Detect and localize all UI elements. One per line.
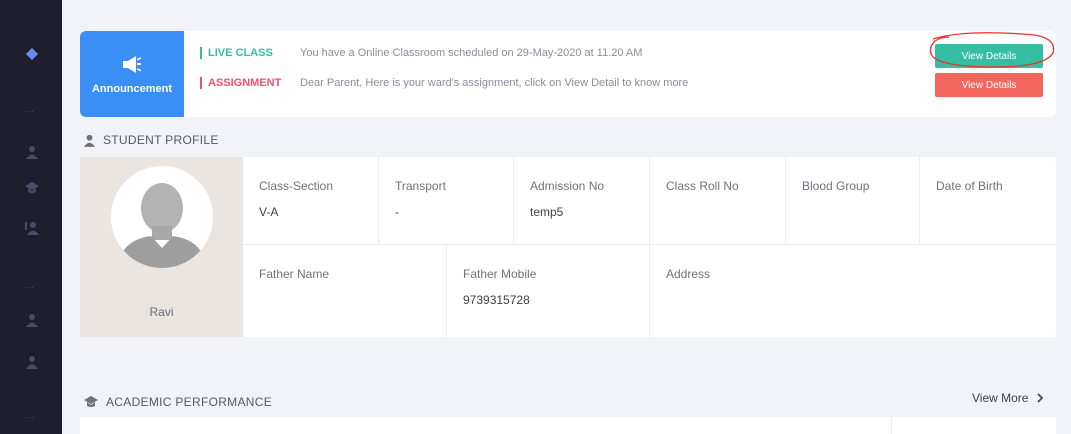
father-name-cell: Father Name	[243, 245, 447, 337]
field-value: 9739315728	[463, 293, 530, 307]
sidebar-separator-dots: ...	[24, 280, 36, 291]
address-cell: Address	[650, 245, 1056, 337]
field-value: temp5	[530, 205, 564, 219]
dob-cell: Date of Birth	[920, 157, 1056, 245]
field-label: Admission No	[530, 179, 605, 193]
student-profile-title: STUDENT PROFILE	[84, 133, 219, 147]
user-icon[interactable]	[22, 142, 42, 162]
view-more-label: View More	[972, 391, 1029, 405]
academic-performance-card	[80, 417, 1056, 434]
assignment-message: Dear Parent, Here is your ward's assignm…	[300, 77, 689, 89]
field-label: Blood Group	[802, 179, 870, 193]
graduation-cap-icon[interactable]	[22, 178, 42, 198]
section-title-text: ACADEMIC PERFORMANCE	[106, 395, 273, 409]
live-class-message: You have a Online Classroom scheduled on…	[300, 47, 643, 59]
sidebar: ... ... ...	[0, 0, 62, 434]
avatar	[111, 166, 213, 268]
user-icon[interactable]	[22, 352, 42, 372]
field-label: Date of Birth	[936, 179, 1003, 193]
father-mobile-cell: Father Mobile 9739315728	[447, 245, 650, 337]
student-name: Ravi	[149, 305, 174, 319]
divider	[891, 417, 892, 434]
sidebar-separator-dots: ...	[24, 410, 36, 421]
admission-no-cell: Admission No temp5	[514, 157, 650, 245]
user-icon[interactable]	[22, 310, 42, 330]
field-label: Class-Section	[259, 179, 334, 193]
user-icon	[84, 134, 95, 147]
teacher-icon[interactable]	[22, 218, 42, 238]
class-section-cell: Class-Section V-A	[243, 157, 379, 245]
field-label: Class Roll No	[666, 179, 739, 193]
blood-group-cell: Blood Group	[786, 157, 920, 245]
transport-cell: Transport -	[379, 157, 514, 245]
field-label: Father Mobile	[463, 267, 537, 281]
top-bar	[62, 0, 1071, 10]
field-value: V-A	[259, 205, 279, 219]
announcement-row-assignment: ASSIGNMENT Dear Parent, Here is your war…	[200, 74, 688, 92]
view-more-link[interactable]: View More	[972, 391, 1046, 405]
diamond-icon[interactable]	[22, 44, 42, 64]
megaphone-icon	[123, 56, 142, 73]
photo-panel: Ravi	[80, 157, 243, 337]
field-label: Father Name	[259, 267, 330, 281]
graduation-cap-icon	[84, 396, 98, 407]
academic-performance-title: ACADEMIC PERFORMANCE	[84, 395, 272, 409]
class-roll-no-cell: Class Roll No	[650, 157, 786, 245]
chevron-right-icon	[1037, 393, 1044, 403]
live-class-tag: LIVE CLASS	[200, 47, 300, 59]
student-profile-card: Ravi Class-Section V-A Transport - Admis…	[80, 157, 1056, 337]
announcement-label: Announcement	[91, 83, 173, 95]
assignment-view-details-button[interactable]: View Details	[935, 73, 1043, 97]
section-title-text: STUDENT PROFILE	[103, 133, 219, 147]
live-class-view-details-button[interactable]: View Details	[935, 44, 1043, 68]
announcement-card: Announcement LIVE CLASS You have a Onlin…	[80, 31, 1056, 117]
field-label: Address	[666, 267, 711, 281]
field-label: Transport	[395, 179, 446, 193]
field-value: -	[395, 205, 399, 219]
assignment-tag: ASSIGNMENT	[200, 77, 300, 89]
announcement-panel: Announcement	[80, 31, 184, 117]
sidebar-separator-dots: ...	[24, 104, 36, 115]
announcement-row-live: LIVE CLASS You have a Online Classroom s…	[200, 44, 642, 62]
